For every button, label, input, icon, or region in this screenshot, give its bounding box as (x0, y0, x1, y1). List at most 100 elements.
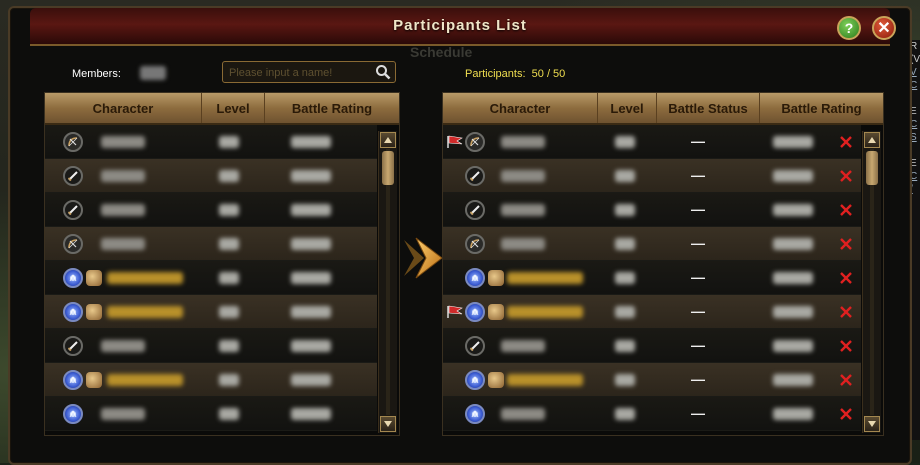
close-button[interactable]: ✕ (872, 16, 896, 40)
table-row[interactable] (45, 227, 377, 261)
table-row[interactable] (45, 159, 377, 193)
sword-icon (63, 336, 83, 356)
scroll-up-button[interactable] (380, 132, 396, 148)
members-label: Members: (72, 68, 121, 80)
table-row[interactable] (45, 261, 377, 295)
battle-rating-blurred (773, 170, 813, 182)
battle-status: — (691, 167, 705, 183)
table-row[interactable] (45, 125, 377, 159)
col-battle-status[interactable]: Battle Status (657, 93, 760, 123)
character-name-blurred (501, 408, 545, 420)
arrow-down-icon (384, 421, 392, 427)
table-row[interactable] (45, 295, 377, 329)
remove-participant-icon[interactable] (839, 271, 853, 285)
noble-avatar-icon (86, 270, 102, 286)
col-battle-rating[interactable]: Battle Rating (265, 93, 399, 123)
table-row[interactable] (45, 363, 377, 397)
scroll-up-button[interactable] (864, 132, 880, 148)
table-row[interactable]: — (443, 397, 861, 431)
magic-orb-icon (63, 404, 83, 424)
level-value-blurred (615, 238, 635, 250)
battle-rating-blurred (773, 204, 813, 216)
battle-status: — (691, 371, 705, 387)
table-row[interactable]: — (443, 363, 861, 397)
level-value-blurred (615, 204, 635, 216)
battle-rating-blurred (291, 306, 331, 318)
participants-label: Participants: (465, 68, 526, 80)
magic-orb-icon (63, 370, 83, 390)
remove-participant-icon[interactable] (839, 237, 853, 251)
name-search-input[interactable] (227, 64, 371, 82)
character-name-blurred (107, 306, 183, 318)
level-value-blurred (615, 340, 635, 352)
character-name-blurred (501, 238, 545, 250)
scroll-track[interactable] (386, 149, 390, 415)
battle-status: — (691, 405, 705, 421)
table-row[interactable]: — (443, 227, 861, 261)
level-value-blurred (219, 272, 239, 284)
remove-participant-icon[interactable] (839, 305, 853, 319)
table-row[interactable]: — (443, 329, 861, 363)
remove-participant-icon[interactable] (839, 407, 853, 421)
magic-orb-icon (465, 302, 485, 322)
sword-icon (465, 200, 485, 220)
arrow-up-icon (868, 137, 876, 143)
search-icon[interactable] (375, 64, 391, 80)
level-value-blurred (219, 408, 239, 420)
transfer-arrow-icon[interactable] (402, 236, 444, 280)
table-row[interactable]: — (443, 193, 861, 227)
character-name-blurred (101, 408, 145, 420)
col-level[interactable]: Level (598, 93, 657, 123)
members-scrollbar[interactable] (378, 131, 397, 433)
help-button[interactable]: ? (837, 16, 861, 40)
sword-icon (63, 166, 83, 186)
table-row[interactable]: — (443, 295, 861, 329)
level-value-blurred (219, 204, 239, 216)
battle-rating-blurred (291, 136, 331, 148)
table-row[interactable] (45, 329, 377, 363)
character-name-blurred (501, 340, 545, 352)
level-value-blurred (615, 374, 635, 386)
battle-status: — (691, 269, 705, 285)
level-value-blurred (219, 340, 239, 352)
table-row[interactable]: — (443, 261, 861, 295)
character-name-blurred (101, 204, 145, 216)
scroll-down-button[interactable] (380, 416, 396, 432)
scroll-track[interactable] (870, 149, 874, 415)
remove-participant-icon[interactable] (839, 373, 853, 387)
sword-icon (465, 336, 485, 356)
members-table-rows (45, 125, 377, 435)
remove-participant-icon[interactable] (839, 203, 853, 217)
battle-rating-blurred (773, 272, 813, 284)
table-row[interactable]: — (443, 125, 861, 159)
col-level[interactable]: Level (202, 93, 265, 123)
col-battle-rating[interactable]: Battle Rating (760, 93, 883, 123)
participants-table: Character Level Battle Status Battle Rat… (442, 92, 884, 436)
remove-participant-icon[interactable] (839, 339, 853, 353)
scroll-thumb[interactable] (382, 151, 394, 185)
level-value-blurred (219, 136, 239, 148)
remove-participant-icon[interactable] (839, 135, 853, 149)
noble-avatar-icon (488, 372, 504, 388)
col-character[interactable]: Character (443, 93, 598, 123)
magic-orb-icon (63, 268, 83, 288)
scroll-down-button[interactable] (864, 416, 880, 432)
level-value-blurred (615, 136, 635, 148)
magic-orb-icon (465, 370, 485, 390)
level-value-blurred (615, 170, 635, 182)
remove-participant-icon[interactable] (839, 169, 853, 183)
col-character[interactable]: Character (45, 93, 202, 123)
participants-count: Participants: 50 / 50 (465, 68, 565, 80)
members-count-blurred (140, 66, 166, 80)
scroll-thumb[interactable] (866, 151, 878, 185)
banner-flag-icon (446, 135, 464, 149)
magic-orb-icon (465, 268, 485, 288)
character-name-blurred (101, 340, 145, 352)
character-name-blurred (507, 306, 583, 318)
name-search-box[interactable] (222, 61, 396, 83)
table-row[interactable] (45, 397, 377, 431)
participants-scrollbar[interactable] (862, 131, 881, 433)
table-row[interactable]: — (443, 159, 861, 193)
arrow-up-icon (384, 137, 392, 143)
table-row[interactable] (45, 193, 377, 227)
